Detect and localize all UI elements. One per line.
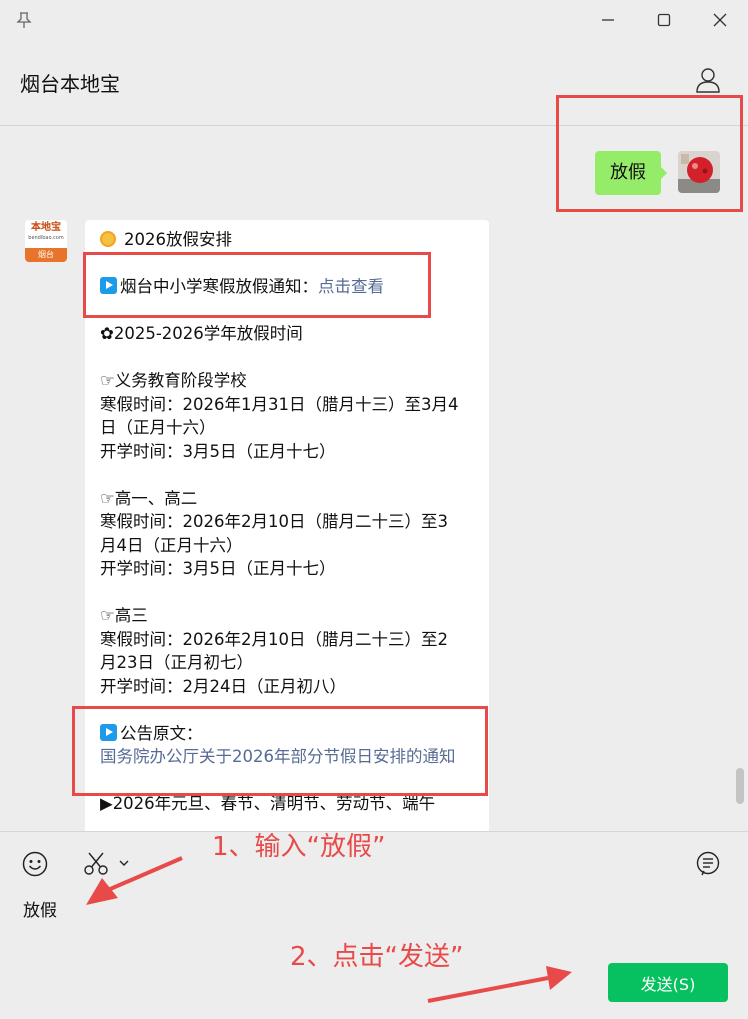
emoji-icon[interactable]	[22, 851, 48, 877]
bot-avatar-site: bendibao.com	[28, 235, 64, 241]
person-icon[interactable]	[695, 67, 721, 93]
section-title: ☞高一、高二	[100, 488, 198, 508]
annotation-box-original	[72, 706, 488, 796]
annotation-box-sent	[556, 95, 743, 212]
reply-heading-line: 2026放假安排	[100, 228, 475, 252]
section-line: 月4日（正月十六）	[100, 535, 243, 555]
scrollbar-thumb[interactable]	[736, 768, 744, 804]
send-button[interactable]: 发送(S)	[608, 963, 728, 1002]
bot-avatar[interactable]: 本地宝 bendibao.com 烟台	[25, 220, 67, 262]
annotation-box-notice	[83, 252, 431, 318]
scissors-icon[interactable]	[83, 851, 109, 877]
annotation-step1: 1、输入“放假”	[212, 832, 386, 862]
section-line: 寒假时间：2026年2月10日（腊月二十三）至2	[100, 629, 448, 649]
section-line: 开学时间：3月5日（正月十七）	[100, 559, 336, 578]
section-line: 寒假时间：2026年1月31日（腊月十三）至3月4	[100, 394, 459, 414]
reply-heading: 2026放假安排	[124, 230, 232, 249]
annotation-step2: 2、点击“发送”	[290, 942, 464, 972]
bot-avatar-city: 烟台	[25, 248, 67, 262]
pin-icon[interactable]	[14, 10, 34, 30]
year-title: ✿2025-2026学年放假时间	[100, 324, 303, 343]
section-line: 开学时间：2月24日（正月初八）	[100, 676, 346, 696]
section-line: 日（正月十六）	[100, 418, 216, 437]
section-line: 开学时间：3月5日（正月十七）	[100, 441, 336, 461]
chevron-down-icon[interactable]	[117, 856, 131, 870]
title-bar	[0, 0, 748, 40]
section-line: 月23日（正月初七）	[100, 653, 253, 672]
section-line: 寒假时间：2026年2月10日（腊月二十三）至3	[100, 512, 448, 531]
message-input[interactable]: 放假	[23, 896, 57, 921]
chat-history-icon[interactable]	[695, 851, 721, 877]
bot-avatar-name: 本地宝	[25, 220, 67, 248]
section-title: ☞义务教育阶段学校	[100, 371, 247, 390]
minimize-icon[interactable]	[596, 9, 620, 31]
sun-icon	[100, 231, 116, 247]
maximize-icon[interactable]	[652, 9, 676, 31]
section-title: ☞高三	[100, 606, 148, 625]
close-icon[interactable]	[708, 9, 732, 31]
chat-title: 烟台本地宝	[20, 72, 120, 96]
